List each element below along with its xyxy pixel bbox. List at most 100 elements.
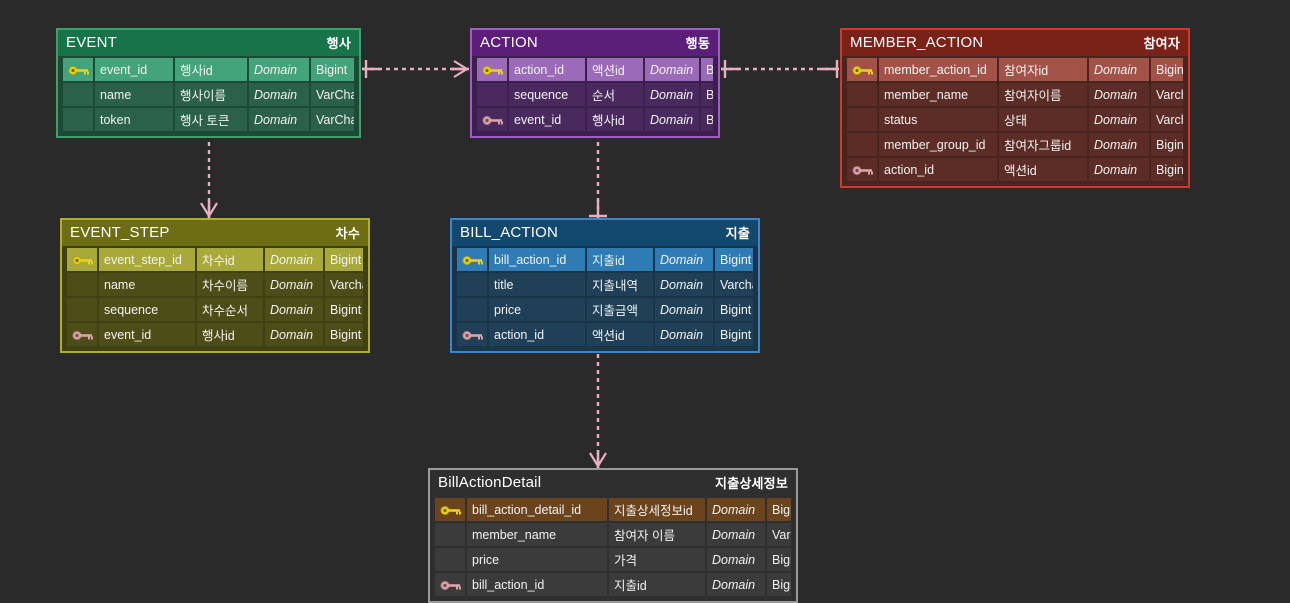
column-row[interactable]: action_id액션idDomainBigint xyxy=(457,323,753,346)
column-type: Bigint xyxy=(1151,58,1183,81)
column-comment: 순서 xyxy=(587,83,643,106)
column-row[interactable]: bill_action_id지출idDomainBigint xyxy=(457,248,753,271)
erd-canvas: EVENT 행사 event_id 행사id Domain Bigint name 행사이름… xyxy=(0,0,1290,603)
column-name: bill_action_id xyxy=(467,573,607,596)
entity-event[interactable]: EVENT 행사 event_id 행사id Domain Bigint name 행사이름… xyxy=(56,28,361,138)
column-name: title xyxy=(489,273,585,296)
column-row[interactable]: event_id행사idDomainBigint xyxy=(477,108,713,131)
entity-header-bill_action_detail[interactable]: BillActionDetail 지출상세정보 xyxy=(430,470,796,496)
column-comment: 참여자이름 xyxy=(999,83,1087,106)
column-row[interactable]: name차수이름DomainVarchar(30) xyxy=(67,273,363,296)
column-row[interactable]: event_id행사idDomainBigint xyxy=(67,323,363,346)
column-row[interactable]: action_id액션idDomainBigint xyxy=(847,158,1183,181)
column-row[interactable]: member_action_id참여자idDomainBigint xyxy=(847,58,1183,81)
column-type: Bigint xyxy=(1151,133,1183,156)
column-name: event_id xyxy=(509,108,585,131)
column-row[interactable]: event_id행사idDomainBigint xyxy=(63,58,354,81)
column-comment: 참여자그룹id xyxy=(999,133,1087,156)
column-domain: Domain xyxy=(249,58,309,81)
column-name: bill_action_detail_id xyxy=(467,498,607,521)
column-type: Varchar(30) xyxy=(715,273,753,296)
column-row[interactable]: event_step_id 차수id Domain Bigint xyxy=(67,248,363,271)
key-icon-foreign xyxy=(67,323,97,346)
column-comment: 가격 xyxy=(609,548,705,571)
column-type: Bigint xyxy=(325,323,363,346)
entity-header-bill_action[interactable]: BILL_ACTION 지출 xyxy=(452,220,758,246)
column-comment: 차수id xyxy=(197,248,263,271)
key-cell-empty xyxy=(847,108,877,131)
column-domain: Domain xyxy=(707,498,765,521)
column-domain: Domain xyxy=(707,523,765,546)
column-domain: Domain xyxy=(655,323,713,346)
entity-header-member_action[interactable]: MEMBER_ACTION 참여자 xyxy=(842,30,1188,56)
key-icon-primary xyxy=(847,58,877,81)
column-name: sequence xyxy=(509,83,585,106)
entity-action[interactable]: ACTION 행동 action_id액션idDomainBigint sequen… xyxy=(470,28,720,138)
entity-header-event[interactable]: EVENT 행사 xyxy=(58,30,359,56)
entity-header-action[interactable]: ACTION 행동 xyxy=(472,30,718,56)
column-name: bill_action_id xyxy=(489,248,585,271)
column-domain: Domain xyxy=(655,248,713,271)
column-name: name xyxy=(99,273,195,296)
entity-header-event_step[interactable]: EVENT_STEP 차수 xyxy=(62,220,368,246)
entity-columns-bill_action_detail: bill_action_detail_id지출상세정보idDomainBigin… xyxy=(430,496,796,601)
key-icon-primary xyxy=(67,248,97,271)
column-domain: Domain xyxy=(655,298,713,321)
entity-event_step[interactable]: EVENT_STEP 차수 event_step_id 차수id Domain Bigin… xyxy=(60,218,370,353)
key-cell-empty xyxy=(457,298,487,321)
column-name: sequence xyxy=(99,298,195,321)
column-comment: 지출상세정보id xyxy=(609,498,705,521)
key-icon-primary xyxy=(457,248,487,271)
entity-member_action[interactable]: MEMBER_ACTION 참여자 member_action_id 참여자id Dom… xyxy=(840,28,1190,188)
entity-name: EVENT_STEP xyxy=(70,224,170,241)
entity-name: ACTION xyxy=(480,34,538,51)
column-row[interactable]: bill_action_detail_id지출상세정보idDomainBigin… xyxy=(435,498,791,521)
column-name: status xyxy=(879,108,997,131)
key-icon-foreign xyxy=(477,108,507,131)
column-row[interactable]: title지출내역DomainVarchar(30) xyxy=(457,273,753,296)
column-type: Bigint xyxy=(767,498,791,521)
column-row[interactable]: member_name참여자이름DomainVarchar(20) xyxy=(847,83,1183,106)
column-type: Varchar(20) xyxy=(767,523,791,546)
column-row[interactable]: sequence 차수순서 Domain Bigint xyxy=(67,298,363,321)
key-icon-foreign xyxy=(435,573,465,596)
column-row[interactable]: token행사 토큰DomainVarChar(255) xyxy=(63,108,354,131)
entity-columns-event_step: event_step_id 차수id Domain Bigint name 차수이름 Do… xyxy=(62,246,368,351)
key-cell-empty xyxy=(435,548,465,571)
column-type: VarChar(255) xyxy=(311,108,354,131)
entity-columns-member_action: member_action_id참여자idDomainBigint member… xyxy=(842,56,1188,186)
column-row[interactable]: price 지출금액 Domain Bigint xyxy=(457,298,753,321)
column-row[interactable]: bill_action_id지출idDomainBigint xyxy=(435,573,791,596)
column-row[interactable]: member_group_id참여자그룹idDomainBigint xyxy=(847,133,1183,156)
column-row[interactable]: member_name참여자 이름DomainVarchar(20) xyxy=(435,523,791,546)
column-name: price xyxy=(467,548,607,571)
column-row[interactable]: status상태DomainVarchar(10) xyxy=(847,108,1183,131)
column-comment: 지출id xyxy=(587,248,653,271)
column-domain: Domain xyxy=(707,573,765,596)
column-type: Bigint xyxy=(767,573,791,596)
column-row[interactable]: sequence순서DomainBigint xyxy=(477,83,713,106)
column-type: VarChar(20) xyxy=(311,83,354,106)
relationship-rel-event-action xyxy=(362,60,469,78)
entity-bill_action[interactable]: BILL_ACTION 지출 bill_action_id 지출id Domain Big… xyxy=(450,218,760,353)
column-type: Bigint xyxy=(701,58,713,81)
column-name: action_id xyxy=(509,58,585,81)
entity-bill_action_detail[interactable]: BillActionDetail 지출상세정보 bill_action_detail… xyxy=(428,468,798,603)
entity-comment: 지출상세정보 xyxy=(715,476,788,491)
column-row[interactable]: action_id액션idDomainBigint xyxy=(477,58,713,81)
column-comment: 행사id xyxy=(175,58,247,81)
column-name: member_name xyxy=(879,83,997,106)
entity-name: BillActionDetail xyxy=(438,474,542,491)
column-domain: Domain xyxy=(645,58,699,81)
column-row[interactable]: name행사이름DomainVarChar(20) xyxy=(63,83,354,106)
column-type: Bigint xyxy=(715,323,753,346)
column-domain: Domain xyxy=(265,298,323,321)
column-domain: Domain xyxy=(707,548,765,571)
column-type: Varchar(10) xyxy=(1151,108,1183,131)
entity-comment: 행동 xyxy=(685,36,710,51)
column-type: Bigint xyxy=(715,248,753,271)
column-row[interactable]: price가격DomainBigint xyxy=(435,548,791,571)
column-type: Bigint xyxy=(311,58,354,81)
column-comment: 액션id xyxy=(587,58,643,81)
column-domain: Domain xyxy=(1089,83,1149,106)
